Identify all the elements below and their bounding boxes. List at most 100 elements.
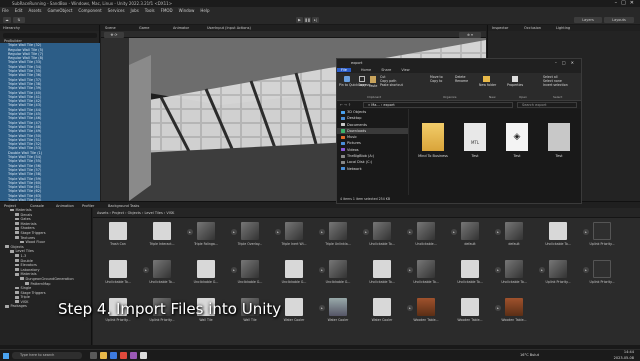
layers-dropdown[interactable]: Layers — [574, 17, 602, 23]
tab-inspector-0[interactable]: Inspector — [492, 25, 508, 31]
expand-icon[interactable]: ▸ — [495, 305, 501, 311]
expand-icon[interactable]: ▸ — [143, 267, 149, 273]
asset-item[interactable]: ▸Water Cooler — [317, 298, 359, 330]
asset-item[interactable]: ▸Unclickable G... — [229, 260, 271, 292]
asset-item[interactable]: ▸Triple Falinga... — [185, 222, 227, 254]
expand-icon[interactable]: ▸ — [319, 305, 325, 311]
weather-widget[interactable]: 16°C Bulut — [520, 353, 539, 357]
explorer-nav-item[interactable]: Network — [337, 166, 408, 172]
menu-item[interactable]: Jobs — [131, 8, 139, 13]
tab-inspector-1[interactable]: Occlusion — [524, 25, 541, 31]
asset-item[interactable]: ▸default — [493, 222, 535, 254]
pin-quick-access-button[interactable]: Pin to Quick access — [339, 75, 355, 87]
asset-item[interactable]: ▸Unclickable To... — [405, 260, 447, 292]
explorer-file-item[interactable]: ◈Test — [500, 123, 534, 165]
asset-item[interactable]: Unclickable G... — [185, 260, 227, 292]
edge-icon[interactable] — [110, 352, 117, 359]
invert-selection-button[interactable]: Invert selection — [543, 83, 568, 87]
menu-item[interactable]: Window — [179, 8, 195, 13]
new-folder-button[interactable]: New folder — [479, 75, 493, 87]
chrome-icon[interactable] — [120, 352, 127, 359]
asset-item[interactable]: ▸Unclickable... — [405, 222, 447, 254]
asset-item[interactable]: ▸Unclickable G... — [317, 260, 359, 292]
explorer-file-item[interactable]: MTLTest — [458, 123, 492, 165]
hierarchy-search-input[interactable] — [3, 33, 97, 38]
asset-item[interactable]: Water Cooler — [361, 298, 403, 330]
explorer-tab-share[interactable]: Share — [381, 68, 391, 72]
paste-shortcut-button[interactable]: Paste shortcut — [380, 83, 403, 87]
copy-button[interactable]: Copy — [357, 75, 367, 87]
asset-item[interactable]: ▸Unclickable To... — [141, 260, 183, 292]
taskbar-search-input[interactable]: Type here to search — [12, 352, 82, 359]
app-icon[interactable] — [130, 352, 137, 359]
pause-button[interactable]: ❚❚ — [304, 17, 311, 23]
layout-dropdown[interactable]: Layouts — [604, 17, 634, 23]
copy-to-button[interactable]: Copy to — [430, 79, 443, 83]
gizmos-button[interactable]: ⊕ ▾ — [459, 32, 481, 38]
expand-icon[interactable]: ▸ — [231, 229, 237, 235]
asset-item[interactable]: ▸Unclickable To... — [493, 260, 535, 292]
expand-icon[interactable]: ▸ — [495, 267, 501, 273]
asset-item[interactable]: Unclickable To... — [537, 222, 579, 254]
expand-icon[interactable]: ▸ — [363, 229, 369, 235]
expand-icon[interactable]: ▸ — [495, 229, 501, 235]
explorer-search-input[interactable]: Search export — [517, 102, 577, 108]
asset-item[interactable]: Unclickable To... — [97, 260, 139, 292]
menu-item[interactable]: Edit — [15, 8, 23, 13]
menu-item[interactable]: Services — [108, 8, 125, 13]
explorer-tab-view[interactable]: View — [401, 68, 409, 72]
address-input[interactable]: « Ma... › export — [363, 102, 513, 108]
properties-button[interactable]: Properties — [507, 75, 523, 87]
explorer-tab-file[interactable]: File — [337, 68, 351, 72]
expand-icon[interactable]: ▸ — [451, 229, 457, 235]
assets-breadcrumb[interactable]: Assets › Project › Objects › Level Tiles… — [93, 208, 640, 218]
expand-icon[interactable]: ▸ — [583, 229, 589, 235]
transform-tools[interactable]: ✥ ⟳ — [104, 32, 124, 38]
menu-item[interactable]: Tools — [145, 8, 155, 13]
expand-icon[interactable]: ▸ — [319, 267, 325, 273]
window-controls[interactable]: –□✕ — [615, 0, 638, 7]
account-button[interactable]: ☁ — [3, 17, 11, 23]
play-button[interactable]: ▶ — [296, 17, 303, 23]
expand-icon[interactable]: ▸ — [407, 305, 413, 311]
asset-item[interactable]: Trash Can — [97, 222, 139, 254]
asset-item[interactable]: Unclickable To... — [449, 260, 491, 292]
menu-item[interactable]: FMOD — [161, 8, 173, 13]
expand-icon[interactable]: ▸ — [275, 229, 281, 235]
collab-button[interactable]: ⇅ — [13, 17, 25, 23]
asset-item[interactable]: ▸Triple Unlinkla... — [317, 222, 359, 254]
asset-item[interactable]: ▸Triple Overlay... — [229, 222, 271, 254]
asset-item[interactable]: ▸Unclickable To... — [361, 222, 403, 254]
expand-icon[interactable]: ▸ — [187, 229, 193, 235]
explorer-file-item[interactable]: Mind To Business — [416, 123, 450, 165]
asset-item[interactable]: Triple Interact... — [141, 222, 183, 254]
asset-item[interactable]: ▸Uplink Priority... — [581, 260, 623, 292]
asset-item[interactable]: Unclickable G... — [273, 260, 315, 292]
menu-item[interactable]: Component — [78, 8, 101, 13]
menu-item[interactable]: GameObject — [47, 8, 72, 13]
tab-inspector-2[interactable]: Lighting — [556, 25, 570, 31]
menu-item[interactable]: Help — [200, 8, 209, 13]
asset-item[interactable]: ▸Triple Inert Wi... — [273, 222, 315, 254]
rename-button[interactable]: Rename — [455, 79, 468, 83]
asset-item[interactable]: Unclickable To... — [361, 260, 403, 292]
menu-item[interactable]: Assets — [28, 8, 41, 13]
task-view-icon[interactable] — [90, 352, 97, 359]
asset-item[interactable]: ▸default — [449, 222, 491, 254]
explorer-tab-home[interactable]: Home — [361, 68, 371, 72]
asset-item[interactable]: ▸Uplink Priority... — [537, 260, 579, 292]
asset-item[interactable]: Wooden Table... — [449, 298, 491, 330]
tab-hierarchy[interactable]: Hierarchy — [3, 25, 20, 31]
explorer-window-controls[interactable]: –□✕ — [555, 59, 579, 67]
system-clock[interactable]: 14:44 2023-05-08 — [614, 350, 634, 361]
asset-item[interactable]: ▸Wooden Table... — [493, 298, 535, 330]
expand-icon[interactable]: ▸ — [407, 267, 413, 273]
unity-icon[interactable] — [140, 352, 147, 359]
expand-icon[interactable]: ▸ — [319, 229, 325, 235]
explorer-file-item[interactable]: Test — [542, 123, 576, 165]
expand-icon[interactable]: ▸ — [539, 267, 545, 273]
asset-item[interactable]: ▸Wooden Table... — [405, 298, 447, 330]
windows-start-icon[interactable] — [3, 353, 9, 359]
asset-item[interactable]: ▸Uplink Priority... — [581, 222, 623, 254]
expand-icon[interactable]: ▸ — [583, 267, 589, 273]
